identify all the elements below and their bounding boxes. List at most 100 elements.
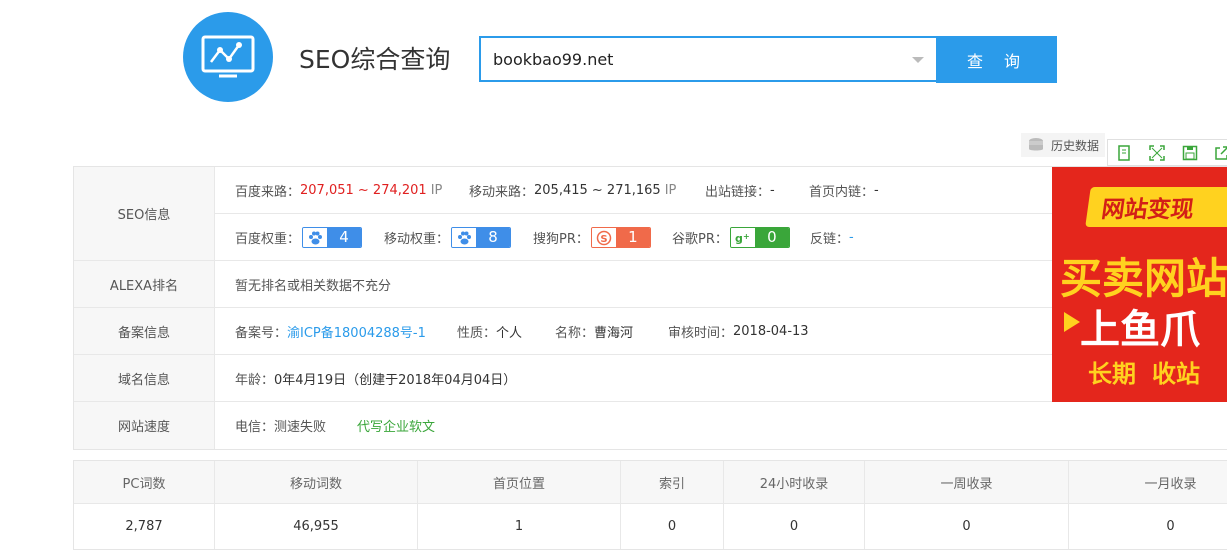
alexa-label: ALEXA排名 bbox=[74, 261, 215, 307]
share-icon[interactable] bbox=[1214, 145, 1227, 161]
ad-bottom-left: 长期 bbox=[1088, 360, 1136, 388]
svg-text:S: S bbox=[600, 234, 607, 245]
stats-value-cell[interactable]: 0 bbox=[621, 504, 724, 549]
copy-icon[interactable] bbox=[1116, 145, 1132, 161]
stats-value-cell[interactable]: 46,955 bbox=[215, 504, 418, 549]
domain-age: 年龄： 0年4月19日（创建于2018年04月04日） bbox=[235, 355, 516, 401]
chevron-down-icon[interactable] bbox=[912, 57, 924, 63]
stats-value-cell[interactable]: 1 bbox=[418, 504, 621, 549]
monitor-chart-icon bbox=[201, 35, 255, 78]
beian-name-value: 曹海河 bbox=[594, 325, 634, 341]
stats-header-cell: PC词数 bbox=[74, 461, 215, 503]
stats-header-row: PC词数 移动词数 首页位置 索引 24小时收录 一周收录 一月收录 bbox=[74, 461, 1227, 504]
speed-label: 网站速度 bbox=[74, 402, 215, 449]
beian-name: 名称： 曹海河 bbox=[555, 308, 633, 354]
svg-text:+: + bbox=[743, 232, 750, 241]
ad-big-text: 上鱼爪 bbox=[1080, 307, 1200, 353]
save-icon[interactable] bbox=[1182, 145, 1198, 161]
outlinks-value[interactable]: - bbox=[770, 183, 775, 198]
keyword-stats-table: PC词数 移动词数 首页位置 索引 24小时收录 一周收录 一月收录 2,787… bbox=[73, 460, 1227, 550]
alexa-value-text: 暂无排名或相关数据不充分 bbox=[235, 278, 392, 294]
stats-header-cell: 一周收录 bbox=[865, 461, 1069, 503]
beian-name-label: 名称： bbox=[555, 325, 595, 341]
google-plus-icon: g + bbox=[730, 227, 755, 247]
homepage-links-value[interactable]: - bbox=[874, 183, 879, 198]
history-data-label: 历史数据 bbox=[1051, 138, 1100, 153]
beian-number-link[interactable]: 渝ICP备18004288号-1 bbox=[287, 322, 426, 341]
mobile-traffic-unit: IP bbox=[664, 182, 677, 198]
stats-header-cell: 24小时收录 bbox=[724, 461, 865, 503]
baidu-weight-value: 4 bbox=[327, 227, 362, 247]
search-field[interactable] bbox=[479, 36, 936, 82]
outlinks: 出站链接： - bbox=[705, 167, 775, 213]
sogou-pr-value: 1 bbox=[615, 227, 650, 247]
search-input[interactable] bbox=[493, 48, 893, 70]
domain-age-label: 年龄： bbox=[235, 372, 275, 388]
google-pr-label: 谷歌PR： bbox=[672, 231, 728, 247]
baidu-traffic-label: 百度来路： bbox=[235, 184, 301, 200]
ad-bottom-text: 长期 收站 bbox=[1088, 354, 1216, 389]
expand-icon[interactable] bbox=[1149, 145, 1165, 161]
stats-value-row: 2,787 46,955 1 0 0 0 0 bbox=[74, 504, 1227, 549]
page-title: SEO综合查询 bbox=[299, 45, 451, 74]
google-pr-badge[interactable]: g + 0 bbox=[729, 226, 790, 248]
sogou-pr-badge[interactable]: S 1 bbox=[590, 226, 651, 248]
beian-nature-value: 个人 bbox=[496, 325, 523, 341]
mobile-weight-badge[interactable]: 8 bbox=[451, 226, 512, 248]
beian-review-label: 审核时间： bbox=[668, 325, 734, 341]
seo-info-label: SEO信息 bbox=[74, 167, 215, 260]
svg-text:g: g bbox=[735, 232, 743, 245]
stats-value-cell[interactable]: 2,787 bbox=[74, 504, 215, 549]
database-icon bbox=[1029, 138, 1043, 151]
ad-bottom-right: 收站 bbox=[1152, 360, 1200, 388]
beian-review-value: 2018-04-13 bbox=[733, 323, 809, 339]
lightning-icon bbox=[1064, 312, 1080, 332]
mobile-traffic-value[interactable]: 205,415 ~ 271,165 bbox=[534, 183, 661, 198]
search-button[interactable]: 查 询 bbox=[936, 36, 1057, 83]
stats-value-cell[interactable]: 0 bbox=[1069, 504, 1227, 549]
mobile-traffic: 移动来路： 205,415 ~ 271,165 IP bbox=[469, 167, 676, 213]
domain-label: 域名信息 bbox=[74, 355, 215, 401]
mobile-traffic-label: 移动来路： bbox=[469, 184, 535, 200]
ad-text-link-label[interactable]: 代写企业软文 bbox=[357, 416, 435, 435]
baidu-weight-label: 百度权重： bbox=[235, 231, 301, 247]
stats-header-cell: 索引 bbox=[621, 461, 724, 503]
beian-number: 备案号： 渝ICP备18004288号-1 bbox=[235, 308, 426, 354]
beian-review: 审核时间： 2018-04-13 bbox=[668, 308, 809, 354]
stats-value-cell[interactable]: 0 bbox=[865, 504, 1069, 549]
stats-header-cell: 首页位置 bbox=[418, 461, 621, 503]
baidu-paw-icon bbox=[303, 227, 328, 247]
mobile-weight-label: 移动权重： bbox=[384, 231, 450, 247]
baidu-weight: 百度权重： 4 bbox=[235, 214, 363, 260]
history-data-button[interactable]: 历史数据 bbox=[1021, 133, 1106, 157]
sogou-icon: S bbox=[591, 227, 616, 247]
baidu-traffic-value[interactable]: 207,051 ~ 274,201 bbox=[300, 183, 427, 198]
beian-nature-label: 性质： bbox=[457, 325, 497, 341]
telecom-value: 测速失败 bbox=[274, 419, 327, 435]
beian-label: 备案信息 bbox=[74, 308, 215, 354]
stats-value-cell[interactable]: 0 bbox=[724, 504, 865, 549]
telecom-speed: 电信： 测速失败 bbox=[235, 402, 326, 448]
baidu-traffic-unit: IP bbox=[430, 182, 443, 198]
speed-row: 网站速度 电信： 测速失败 代写企业软文 bbox=[74, 402, 1227, 449]
sogou-pr: 搜狗PR： S 1 bbox=[533, 214, 651, 260]
backlinks-label: 反链： bbox=[810, 231, 850, 247]
telecom-label: 电信： bbox=[235, 419, 275, 435]
beian-number-label: 备案号： bbox=[235, 325, 288, 341]
beian-nature: 性质： 个人 bbox=[457, 308, 522, 354]
stats-header-cell: 一月收录 bbox=[1144, 476, 1197, 492]
backlinks-value[interactable]: - bbox=[849, 230, 854, 245]
mobile-weight: 移动权重： 8 bbox=[384, 214, 512, 260]
backlinks: 反链： - bbox=[810, 214, 854, 260]
sogou-pr-label: 搜狗PR： bbox=[533, 231, 589, 247]
homepage-links: 首页内链： - bbox=[809, 167, 879, 213]
ad-text-link[interactable]: 代写企业软文 bbox=[357, 402, 435, 448]
homepage-links-label: 首页内链： bbox=[809, 184, 875, 200]
ad-banner[interactable]: 网站变现 买卖网站 上鱼爪 长期 收站 bbox=[1052, 167, 1227, 402]
mobile-weight-value: 8 bbox=[476, 227, 511, 247]
stats-header-cell: 移动词数 bbox=[215, 461, 418, 503]
site-logo[interactable] bbox=[183, 12, 273, 102]
google-pr-value: 0 bbox=[754, 227, 789, 247]
google-pr: 谷歌PR： g + 0 bbox=[672, 214, 790, 260]
baidu-weight-badge[interactable]: 4 bbox=[302, 226, 363, 248]
